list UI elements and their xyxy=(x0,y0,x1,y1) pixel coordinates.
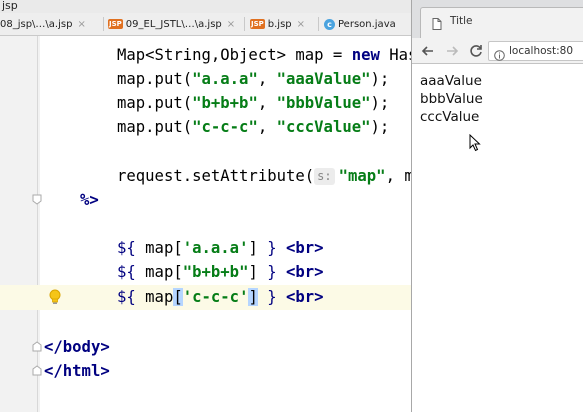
output-line: cccValue xyxy=(420,109,480,125)
jsp-file-icon: JSP xyxy=(250,19,265,29)
editor-tab-bar: 08_jsp\…\a.jsp × JSP 09_EL_JSTL\…\a.jsp … xyxy=(0,13,411,36)
parameter-hint: s: xyxy=(314,168,335,185)
mouse-pointer-icon xyxy=(469,133,481,156)
code-line-10[interactable]: </body> xyxy=(44,335,110,359)
code-line-8[interactable]: ${ map["b+b+b"] } <br> xyxy=(117,260,324,284)
editor-tab-08-a-jsp[interactable]: 08_jsp\…\a.jsp × xyxy=(0,13,86,35)
lightbulb-icon[interactable] xyxy=(49,289,61,305)
code-line-7[interactable]: ${ map['a.a.a'] } <br> xyxy=(117,236,324,260)
tab-label: 08_jsp\…\a.jsp xyxy=(0,18,73,30)
code-line-9[interactable]: ${ map['c-c-c'] } <br> xyxy=(117,285,324,309)
ide-window-title: jsp xyxy=(2,0,18,12)
fold-marker-icon[interactable] xyxy=(32,341,42,352)
close-icon[interactable]: × xyxy=(297,19,305,30)
editor-tab-09-a-jsp[interactable]: JSP 09_EL_JSTL\…\a.jsp × xyxy=(108,13,235,35)
fold-marker-icon[interactable] xyxy=(32,365,42,376)
code-line-3[interactable]: map.put("b+b+b", "bbbValue"); xyxy=(117,91,389,115)
ide-window: jsp 08_jsp\…\a.jsp × JSP 09_EL_JSTL\…\a.… xyxy=(0,0,411,412)
back-arrow-icon[interactable] xyxy=(420,43,436,59)
forward-arrow-icon[interactable] xyxy=(444,43,460,59)
output-line: bbbValue xyxy=(420,91,483,107)
tab-label: 09_EL_JSTL\…\a.jsp xyxy=(125,18,222,30)
close-icon[interactable]: × xyxy=(227,19,235,30)
editor-gutter xyxy=(0,36,40,412)
tab-label: Person.java xyxy=(338,18,396,30)
code-line-6[interactable]: %> xyxy=(80,188,99,212)
code-line-5[interactable]: request.setAttribute(s: "map", m xyxy=(117,164,411,188)
editor-tab-person-java[interactable]: c Person.java xyxy=(324,13,396,35)
jsp-file-icon: JSP xyxy=(108,19,123,29)
matched-bracket: [ xyxy=(173,288,183,306)
fold-marker-icon[interactable] xyxy=(32,194,42,205)
code-line-2[interactable]: map.put("a.a.a", "aaaValue"); xyxy=(117,67,389,91)
address-bar[interactable]: localhost:80 xyxy=(488,41,583,61)
code-line-11[interactable]: </html> xyxy=(44,359,110,383)
ide-title-bar: jsp xyxy=(0,0,411,13)
browser-tab[interactable] xyxy=(420,7,583,38)
browser-toolbar: localhost:80 xyxy=(412,38,583,64)
page-icon xyxy=(432,15,442,34)
gutter-divider xyxy=(37,36,38,412)
info-icon[interactable] xyxy=(494,46,505,65)
matched-bracket: ] xyxy=(248,288,258,306)
code-line-4[interactable]: map.put("c-c-c", "cccValue"); xyxy=(117,115,389,139)
close-icon[interactable]: × xyxy=(77,19,85,30)
editor-tab-b-jsp[interactable]: JSP b.jsp × xyxy=(250,13,305,35)
url-text: localhost:80 xyxy=(509,45,574,57)
class-file-icon: c xyxy=(324,18,335,30)
tab-label: b.jsp xyxy=(267,18,292,30)
browser-window: Title localhost:80 aaaValue bbbValue ccc… xyxy=(411,0,583,412)
browser-tab-strip: Title xyxy=(412,0,583,38)
code-line-1[interactable]: Map<String,Object> map = new Has xyxy=(117,43,411,67)
page-content: aaaValue bbbValue cccValue xyxy=(412,65,583,412)
output-line: aaaValue xyxy=(420,73,482,89)
browser-tab-title: Title xyxy=(450,15,473,27)
reload-icon[interactable] xyxy=(468,43,484,59)
